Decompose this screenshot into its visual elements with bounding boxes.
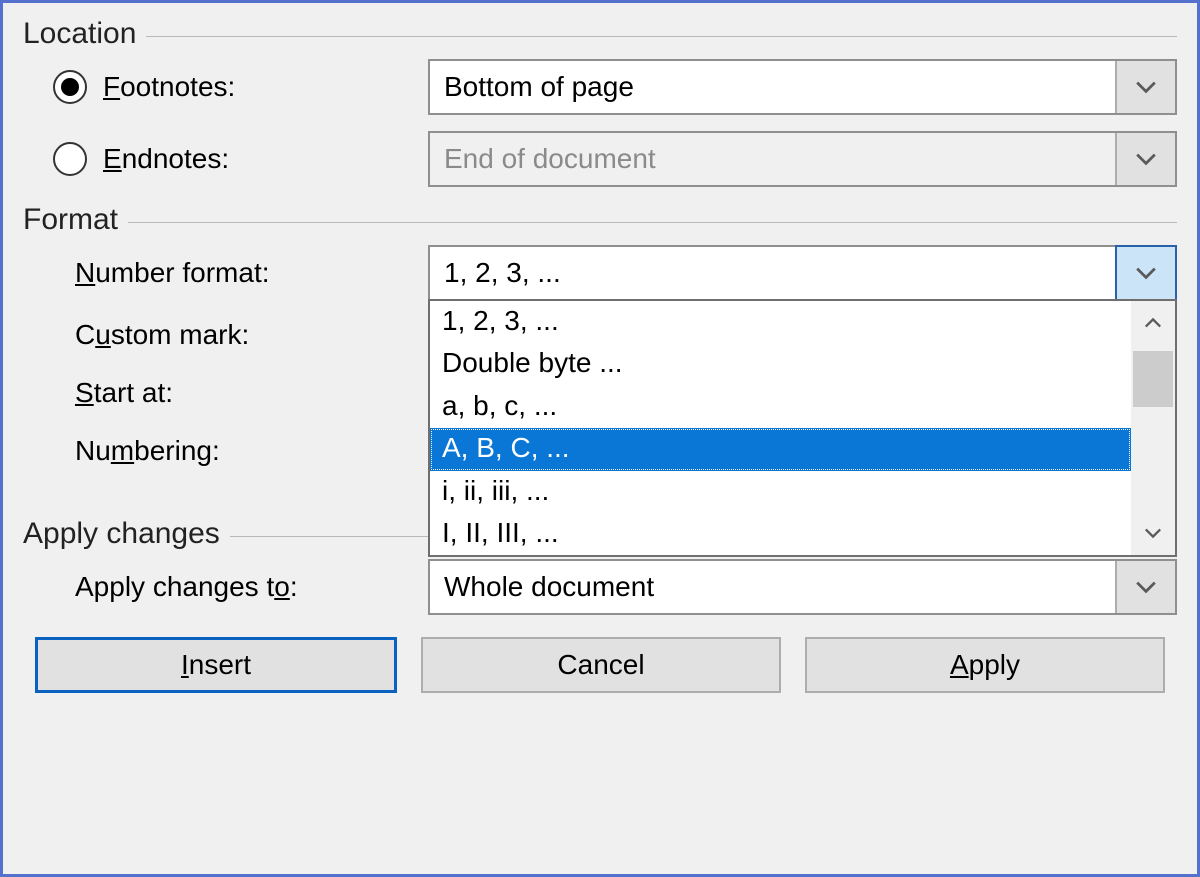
section-location-header: Location — [23, 17, 1177, 51]
number-format-label: Number format: — [75, 257, 270, 289]
start-at-label: Start at: — [75, 377, 173, 409]
number-format-combo[interactable]: 1, 2, 3, ... — [428, 245, 1177, 301]
chevron-down-icon[interactable] — [1115, 61, 1175, 113]
number-format-option[interactable]: A, B, C, ... — [430, 428, 1131, 470]
section-apply-title: Apply changes — [23, 517, 220, 551]
scroll-track[interactable] — [1131, 345, 1175, 511]
chevron-down-icon[interactable] — [1115, 245, 1177, 301]
endnotes-location-value: End of document — [430, 133, 1115, 185]
number-format-option-list: 1, 2, 3, ... Double byte ... a, b, c, ..… — [430, 301, 1131, 555]
scroll-down-icon[interactable] — [1131, 511, 1175, 555]
insert-button[interactable]: Insert — [35, 637, 397, 693]
cancel-button[interactable]: Cancel — [421, 637, 781, 693]
footnotes-location-combo[interactable]: Bottom of page — [428, 59, 1177, 115]
number-format-option[interactable]: Double byte ... — [430, 343, 1131, 385]
section-format-title: Format — [23, 203, 118, 237]
dialog-button-row: Insert Cancel Apply — [23, 631, 1177, 693]
chevron-down-icon[interactable] — [1115, 561, 1175, 613]
footnotes-location-value: Bottom of page — [430, 61, 1115, 113]
endnotes-label: Endnotes: — [103, 143, 229, 175]
section-format-header: Format — [23, 203, 1177, 237]
numbering-label: Numbering: — [75, 435, 220, 467]
endnotes-location-combo: End of document — [428, 131, 1177, 187]
divider — [128, 222, 1177, 223]
footnotes-radio[interactable] — [53, 70, 87, 104]
scroll-thumb[interactable] — [1133, 351, 1173, 407]
number-format-option[interactable]: I, II, III, ... — [430, 513, 1131, 555]
apply-changes-to-combo[interactable]: Whole document — [428, 559, 1177, 615]
number-format-dropdown[interactable]: 1, 2, 3, ... Double byte ... a, b, c, ..… — [428, 299, 1177, 557]
number-format-option[interactable]: a, b, c, ... — [430, 386, 1131, 428]
divider — [146, 36, 1177, 37]
number-format-option[interactable]: 1, 2, 3, ... — [430, 301, 1131, 343]
dropdown-scrollbar[interactable] — [1131, 301, 1175, 555]
number-format-value: 1, 2, 3, ... — [430, 247, 1115, 299]
custom-mark-label: Custom mark: — [75, 319, 249, 351]
footnotes-label: Footnotes: — [103, 71, 235, 103]
apply-changes-to-label: Apply changes to: — [75, 571, 298, 603]
scroll-up-icon[interactable] — [1131, 301, 1175, 345]
apply-button[interactable]: Apply — [805, 637, 1165, 693]
apply-changes-to-value: Whole document — [430, 561, 1115, 613]
chevron-down-icon — [1115, 133, 1175, 185]
footnote-endnote-dialog: Location Footnotes: Bottom of page Endno… — [3, 3, 1197, 709]
number-format-option[interactable]: i, ii, iii, ... — [430, 471, 1131, 513]
section-location-title: Location — [23, 17, 136, 51]
endnotes-radio[interactable] — [53, 142, 87, 176]
